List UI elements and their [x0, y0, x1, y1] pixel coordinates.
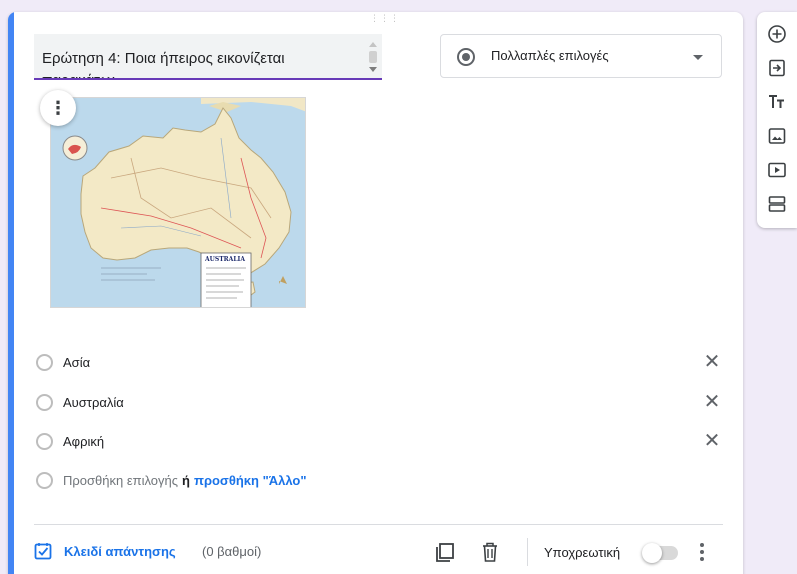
footer-separator — [527, 538, 528, 566]
video-icon[interactable] — [765, 158, 789, 182]
radio-empty-icon — [36, 394, 53, 411]
option-label[interactable]: Αυστραλία — [63, 395, 124, 410]
option-label[interactable]: Αφρική — [63, 434, 104, 449]
points-label: (0 βαθμοί) — [202, 544, 262, 559]
radio-empty-icon — [36, 433, 53, 450]
add-option-separator: ή — [182, 473, 190, 488]
duplicate-icon[interactable] — [434, 541, 456, 563]
section-icon[interactable] — [765, 192, 789, 216]
delete-icon[interactable] — [480, 541, 500, 563]
scroll-thumb[interactable] — [369, 51, 377, 63]
question-card[interactable]: ⋮⋮⋮ Ερώτηση 4: Ποια ήπειρος εικονίζεται … — [8, 12, 743, 574]
option-row[interactable]: Αφρική ✕ — [34, 429, 724, 455]
radio-checked-icon — [457, 48, 475, 66]
add-question-icon[interactable] — [765, 22, 789, 46]
remove-option-icon[interactable]: ✕ — [700, 429, 724, 453]
question-title-text[interactable]: Ερώτηση 4: Ποια ήπειρος εικονίζεται παρα… — [42, 48, 360, 78]
image-options-button[interactable]: ⋮ — [40, 90, 76, 126]
drag-handle-icon[interactable]: ⋮⋮⋮ — [370, 14, 399, 26]
answer-key-button[interactable]: Κλειδί απάντησης — [64, 544, 176, 559]
question-type-dropdown[interactable]: Πολλαπλές επιλογές — [440, 34, 722, 78]
option-row[interactable]: Αυστραλία ✕ — [34, 390, 724, 416]
scroll-down-icon[interactable] — [369, 67, 377, 72]
required-label: Υποχρεωτική — [544, 545, 621, 560]
question-footer: Κλειδί απάντησης (0 βαθμοί) Υποχρεωτική — [34, 538, 724, 568]
add-option-link[interactable]: Προσθήκη επιλογής — [63, 473, 178, 488]
australia-map-image: AUSTRALIA — [50, 97, 306, 308]
option-row[interactable]: Ασία ✕ — [34, 350, 724, 376]
footer-divider-line — [34, 524, 723, 525]
required-toggle[interactable] — [642, 543, 678, 563]
answer-key-icon[interactable] — [34, 542, 52, 560]
active-accent-bar — [8, 12, 14, 574]
image-icon[interactable] — [765, 124, 789, 148]
radio-empty-icon — [36, 354, 53, 371]
floating-toolbar — [757, 12, 797, 228]
option-label[interactable]: Ασία — [63, 355, 90, 370]
more-options-icon[interactable] — [696, 541, 708, 563]
import-questions-icon[interactable] — [765, 56, 789, 80]
add-other-link[interactable]: προσθήκη "Άλλο" — [194, 473, 307, 488]
toggle-knob[interactable] — [642, 543, 662, 563]
remove-option-icon[interactable]: ✕ — [700, 350, 724, 374]
add-option-text: Προσθήκη επιλογής ή προσθήκη "Άλλο" — [63, 473, 307, 488]
dropdown-arrow-icon — [693, 55, 703, 60]
scroll-up-icon[interactable] — [369, 42, 377, 47]
question-title-field[interactable]: Ερώτηση 4: Ποια ήπειρος εικονίζεται παρα… — [34, 34, 382, 80]
add-option-row[interactable]: Προσθήκη επιλογής ή προσθήκη "Άλλο" — [34, 468, 724, 494]
remove-option-icon[interactable]: ✕ — [700, 390, 724, 414]
title-icon[interactable] — [765, 90, 789, 114]
radio-empty-icon — [36, 472, 53, 489]
map-title-label: AUSTRALIA — [204, 256, 245, 263]
question-type-label: Πολλαπλές επιλογές — [491, 48, 609, 63]
question-scrollbar[interactable] — [368, 40, 378, 74]
